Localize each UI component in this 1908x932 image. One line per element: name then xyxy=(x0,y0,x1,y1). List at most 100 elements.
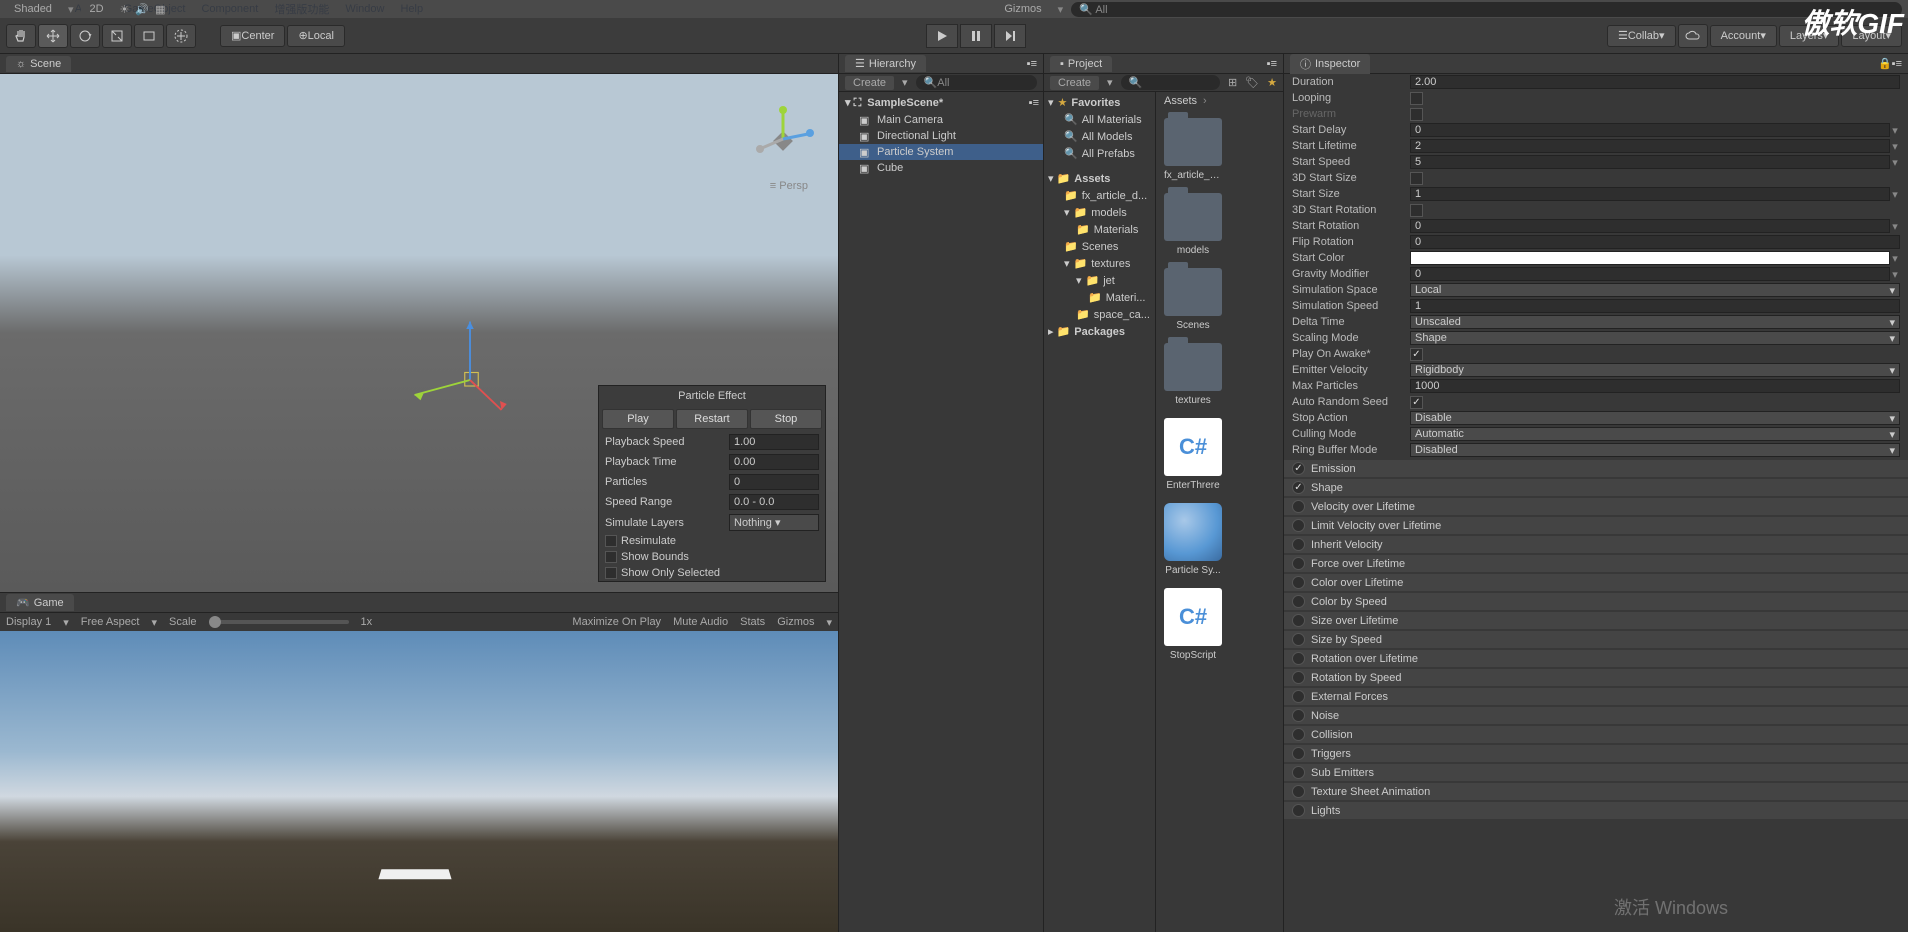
project-tree-item[interactable]: 📁 Materials xyxy=(1044,221,1155,238)
scale-slider[interactable] xyxy=(209,620,349,624)
project-grid-item[interactable]: textures xyxy=(1164,343,1222,406)
inspector-dropdown[interactable]: Automatic▾ xyxy=(1410,427,1900,441)
hierarchy-create[interactable]: Create xyxy=(845,76,894,90)
inspector-checkbox[interactable] xyxy=(1410,348,1423,361)
module-checkbox[interactable] xyxy=(1292,595,1305,608)
module-checkbox[interactable] xyxy=(1292,766,1305,779)
hierarchy-item-cube[interactable]: ▣Cube xyxy=(839,160,1043,176)
mute-toggle[interactable]: Mute Audio xyxy=(673,616,728,628)
rect-tool[interactable] xyxy=(134,24,164,48)
inspector-dropdown[interactable]: Rigidbody▾ xyxy=(1410,363,1900,377)
inspector-menu-arrow[interactable]: ▾ xyxy=(1890,268,1900,281)
lighting-icon[interactable]: ☀ xyxy=(120,3,130,16)
pe-playback-speed-val[interactable]: 1.00 xyxy=(729,434,819,450)
pivot-local-toggle[interactable]: ⊕ Local xyxy=(287,25,345,47)
hierarchy-menu-icon[interactable]: ▪≡ xyxy=(1027,58,1037,70)
module-checkbox[interactable] xyxy=(1292,709,1305,722)
pe-show-bounds-check[interactable]: Show Bounds xyxy=(599,549,825,565)
inspector-module-header[interactable]: Shape xyxy=(1284,479,1908,496)
module-checkbox[interactable] xyxy=(1292,690,1305,703)
module-checkbox[interactable] xyxy=(1292,671,1305,684)
module-checkbox[interactable] xyxy=(1292,614,1305,627)
packages-root[interactable]: ▸ 📁 Packages xyxy=(1044,323,1155,340)
project-tree-item[interactable]: 📁 space_ca... xyxy=(1044,306,1155,323)
inspector-text-field[interactable]: 1000 xyxy=(1410,379,1900,393)
inspector-text-field[interactable]: 0 xyxy=(1410,219,1890,233)
play-button[interactable] xyxy=(926,24,958,48)
inspector-module-header[interactable]: Lights xyxy=(1284,802,1908,819)
game-view[interactable] xyxy=(0,631,838,932)
pe-resimulate-check[interactable]: Resimulate xyxy=(599,533,825,549)
stats-toggle[interactable]: Stats xyxy=(740,616,765,628)
inspector-dropdown[interactable]: Shape▾ xyxy=(1410,331,1900,345)
module-checkbox[interactable] xyxy=(1292,785,1305,798)
maximize-toggle[interactable]: Maximize On Play xyxy=(572,616,661,628)
inspector-text-field[interactable]: 0 xyxy=(1410,235,1900,249)
collab-dropdown[interactable]: ☰ Collab ▾ xyxy=(1607,25,1676,47)
inspector-module-header[interactable]: Velocity over Lifetime xyxy=(1284,498,1908,515)
shaded-dropdown[interactable]: Shaded xyxy=(6,2,60,16)
inspector-menu-arrow[interactable]: ▾ xyxy=(1890,156,1900,169)
project-breadcrumb[interactable]: Assets › xyxy=(1156,92,1283,110)
inspector-module-header[interactable]: Size over Lifetime xyxy=(1284,612,1908,629)
module-checkbox[interactable] xyxy=(1292,462,1305,475)
project-grid-item[interactable]: C#StopScript xyxy=(1164,588,1222,661)
cloud-button[interactable] xyxy=(1678,24,1708,48)
project-tree-item[interactable]: ▾📁 models xyxy=(1044,204,1155,221)
inspector-checkbox[interactable] xyxy=(1410,108,1423,121)
inspector-module-header[interactable]: Limit Velocity over Lifetime xyxy=(1284,517,1908,534)
module-checkbox[interactable] xyxy=(1292,747,1305,760)
inspector-text-field[interactable]: 0 xyxy=(1410,267,1890,281)
fav-all-models[interactable]: 🔍 All Models xyxy=(1044,128,1155,145)
hierarchy-tab[interactable]: ☰ Hierarchy xyxy=(845,55,926,72)
inspector-module-header[interactable]: Emission xyxy=(1284,460,1908,477)
rotate-tool[interactable] xyxy=(70,24,100,48)
inspector-dropdown[interactable]: Unscaled▾ xyxy=(1410,315,1900,329)
project-tree-item[interactable]: ▾📁 textures xyxy=(1044,255,1155,272)
hierarchy-item-camera[interactable]: ▣Main Camera xyxy=(839,112,1043,128)
inspector-checkbox[interactable] xyxy=(1410,92,1423,105)
project-grid-item[interactable]: Scenes xyxy=(1164,268,1222,331)
module-checkbox[interactable] xyxy=(1292,557,1305,570)
module-checkbox[interactable] xyxy=(1292,500,1305,513)
pe-sim-layers-dropdown[interactable]: Nothing ▾ xyxy=(729,514,819,531)
display-dropdown[interactable]: Display 1 xyxy=(6,616,51,628)
inspector-module-header[interactable]: Size by Speed xyxy=(1284,631,1908,648)
module-checkbox[interactable] xyxy=(1292,481,1305,494)
2d-toggle[interactable]: 2D xyxy=(81,2,111,16)
pe-stop-button[interactable]: Stop xyxy=(750,409,822,429)
project-filter-icon[interactable]: ⊞ xyxy=(1228,76,1237,89)
project-tree-item[interactable]: 📁 fx_article_d... xyxy=(1044,187,1155,204)
game-tab[interactable]: 🎮 Game xyxy=(6,594,74,611)
hierarchy-item-particle-system[interactable]: ▣Particle System xyxy=(839,144,1043,160)
hierarchy-item-light[interactable]: ▣Directional Light xyxy=(839,128,1043,144)
pe-playback-time-val[interactable]: 0.00 xyxy=(729,454,819,470)
project-create[interactable]: Create xyxy=(1050,76,1099,90)
inspector-dropdown[interactable]: Disabled▾ xyxy=(1410,443,1900,457)
inspector-text-field[interactable]: 1 xyxy=(1410,299,1900,313)
inspector-module-header[interactable]: Rotation by Speed xyxy=(1284,669,1908,686)
project-tree-item[interactable]: ▾📁 jet xyxy=(1044,272,1155,289)
inspector-text-field[interactable]: 0 xyxy=(1410,123,1890,137)
module-checkbox[interactable] xyxy=(1292,804,1305,817)
scale-tool[interactable] xyxy=(102,24,132,48)
inspector-menu-arrow[interactable]: ▾ xyxy=(1890,252,1900,265)
pe-play-button[interactable]: Play xyxy=(602,409,674,429)
gizmos-dropdown[interactable]: Gizmos xyxy=(996,2,1049,16)
game-gizmos-dropdown[interactable]: Gizmos xyxy=(777,616,814,628)
inspector-checkbox[interactable] xyxy=(1410,172,1423,185)
assets-root[interactable]: ▾ 📁 Assets xyxy=(1044,170,1155,187)
inspector-menu-arrow[interactable]: ▾ xyxy=(1890,124,1900,137)
inspector-menu-arrow[interactable]: ▾ xyxy=(1890,188,1900,201)
effects-icon[interactable]: ▦ xyxy=(155,3,165,16)
pivot-center-toggle[interactable]: ▣ Center xyxy=(220,25,285,47)
inspector-module-header[interactable]: Collision xyxy=(1284,726,1908,743)
hierarchy-search[interactable]: 🔍All xyxy=(916,75,1037,90)
module-checkbox[interactable] xyxy=(1292,576,1305,589)
inspector-text-field[interactable]: 2.00 xyxy=(1410,75,1900,89)
project-menu-icon[interactable]: ▪≡ xyxy=(1267,58,1277,70)
inspector-module-header[interactable]: Texture Sheet Animation xyxy=(1284,783,1908,800)
inspector-tab[interactable]: ⓘ Inspector xyxy=(1290,54,1370,74)
project-grid-item[interactable]: fx_article_d... xyxy=(1164,118,1222,181)
pause-button[interactable] xyxy=(960,24,992,48)
